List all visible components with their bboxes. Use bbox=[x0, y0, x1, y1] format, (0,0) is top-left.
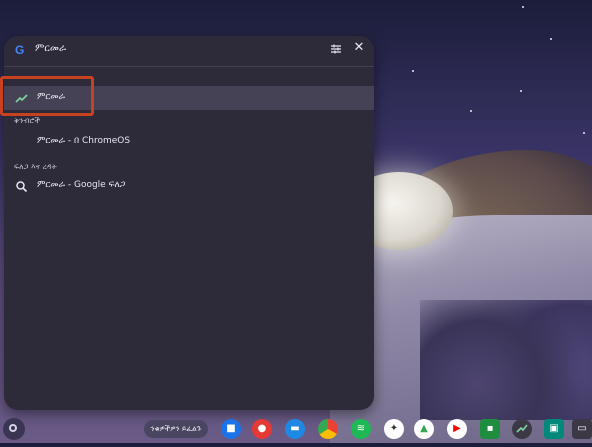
search-icon bbox=[16, 181, 28, 193]
close-icon[interactable]: ✕ bbox=[352, 41, 366, 55]
trending-icon bbox=[516, 424, 528, 433]
youtube-app-icon[interactable]: ▶ bbox=[447, 419, 467, 439]
star bbox=[412, 70, 414, 72]
star bbox=[550, 38, 552, 40]
help-app-icon[interactable]: ● bbox=[252, 419, 272, 439]
media-app-icon[interactable]: ✦ bbox=[384, 419, 404, 439]
tune-icon[interactable] bbox=[330, 43, 342, 55]
camera-app-icon[interactable]: ■ bbox=[221, 419, 241, 439]
result-label: ምርመራ - በ ChromeOS bbox=[37, 136, 131, 146]
meet-app-icon[interactable]: ▣ bbox=[544, 419, 564, 439]
star bbox=[583, 132, 585, 134]
star bbox=[470, 110, 472, 112]
google-logo-icon: G bbox=[15, 43, 25, 57]
launcher-button[interactable] bbox=[3, 418, 25, 440]
result-google-search[interactable]: ምርመራ - Google ፍለጋ bbox=[4, 174, 374, 198]
classroom-app-icon[interactable]: ▪ bbox=[480, 419, 500, 439]
diagnostics-app-icon[interactable] bbox=[512, 419, 532, 439]
shrubs bbox=[420, 300, 592, 420]
spotify-app-icon[interactable]: ≋ bbox=[351, 419, 371, 439]
overview-icon[interactable]: ▭ bbox=[572, 419, 592, 439]
shelf: ንቁዎችዎን ይፈልጉ ■ ● ▬ ≋ ✦ ▲ ▶ ▪ ▣ ▭ bbox=[0, 415, 592, 443]
annotation-highlight-box bbox=[0, 76, 94, 116]
star bbox=[522, 6, 524, 8]
google-drive-icon[interactable]: ▲ bbox=[414, 419, 434, 439]
result-settings-item[interactable]: ምርመራ - በ ChromeOS bbox=[4, 130, 374, 154]
files-app-icon[interactable]: ▬ bbox=[285, 419, 305, 439]
divider bbox=[4, 66, 374, 67]
section-label-settings: ቅንብሮች bbox=[14, 116, 41, 125]
section-label-search-assistant: ፍለጋ እና ረዳት bbox=[14, 162, 57, 171]
search-bar[interactable]: G ምርመራ ✕ bbox=[4, 36, 374, 64]
shelf-search-pill[interactable]: ንቁዎችዎን ይፈልጉ bbox=[144, 420, 208, 438]
chrome-app-icon[interactable] bbox=[318, 419, 338, 439]
result-label: ምርመራ - Google ፍለጋ bbox=[37, 180, 126, 190]
star bbox=[520, 90, 522, 92]
settings-gear-icon bbox=[15, 136, 28, 149]
search-input[interactable]: ምርመራ bbox=[35, 43, 66, 54]
